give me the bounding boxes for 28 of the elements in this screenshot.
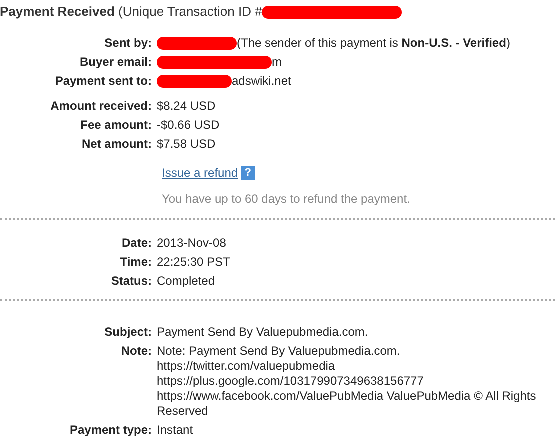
refund-note: You have up to 60 days to refund the payment. xyxy=(161,191,412,208)
field-value: -$0.66 USD xyxy=(157,118,220,133)
field-value: m xyxy=(272,55,282,70)
field-value: Payment Send By Valuepubmedia.com. xyxy=(157,325,368,340)
field-label: Note: xyxy=(120,344,153,359)
field-label: Fee amount: xyxy=(80,118,153,133)
field-label: Buyer email: xyxy=(78,55,153,70)
field-label: Amount received: xyxy=(50,99,153,114)
field-value: $7.58 USD xyxy=(157,137,216,152)
field-label: Net amount: xyxy=(81,137,153,152)
field-label: Subject: xyxy=(104,325,153,340)
field-label: Date: xyxy=(120,236,153,251)
field-label: Status: xyxy=(110,274,153,289)
page-title: Payment Received (Unique Transaction ID # xyxy=(0,3,262,22)
refund-link[interactable]: Issue a refund xyxy=(162,164,238,182)
field-value: 22:25:30 PST xyxy=(157,255,230,270)
field-label: Payment sent to: xyxy=(54,74,153,89)
field-value: $8.24 USD xyxy=(157,99,216,114)
field-value: Completed xyxy=(157,274,216,289)
help-icon[interactable]: ? xyxy=(241,166,256,180)
field-value: (The sender of this payment is Non-U.S. - Verified) xyxy=(237,36,510,51)
field-label: Time: xyxy=(119,255,153,270)
field-label: Payment type: xyxy=(68,423,153,438)
field-value: Instant xyxy=(157,423,194,438)
field-value: adswiki.net xyxy=(232,74,292,89)
field-label: Sent by: xyxy=(104,36,153,51)
note-text: Note: Payment Send By Valuepubmedia.com. https://twitter.com/valuepubmedia https://plus.google.com/103179907349638156777 https://www.facebook.com/ValuePubMedia ValuePubMedia © All Rights Reserved xyxy=(157,344,538,419)
field-value: 2013-Nov-08 xyxy=(157,236,226,251)
